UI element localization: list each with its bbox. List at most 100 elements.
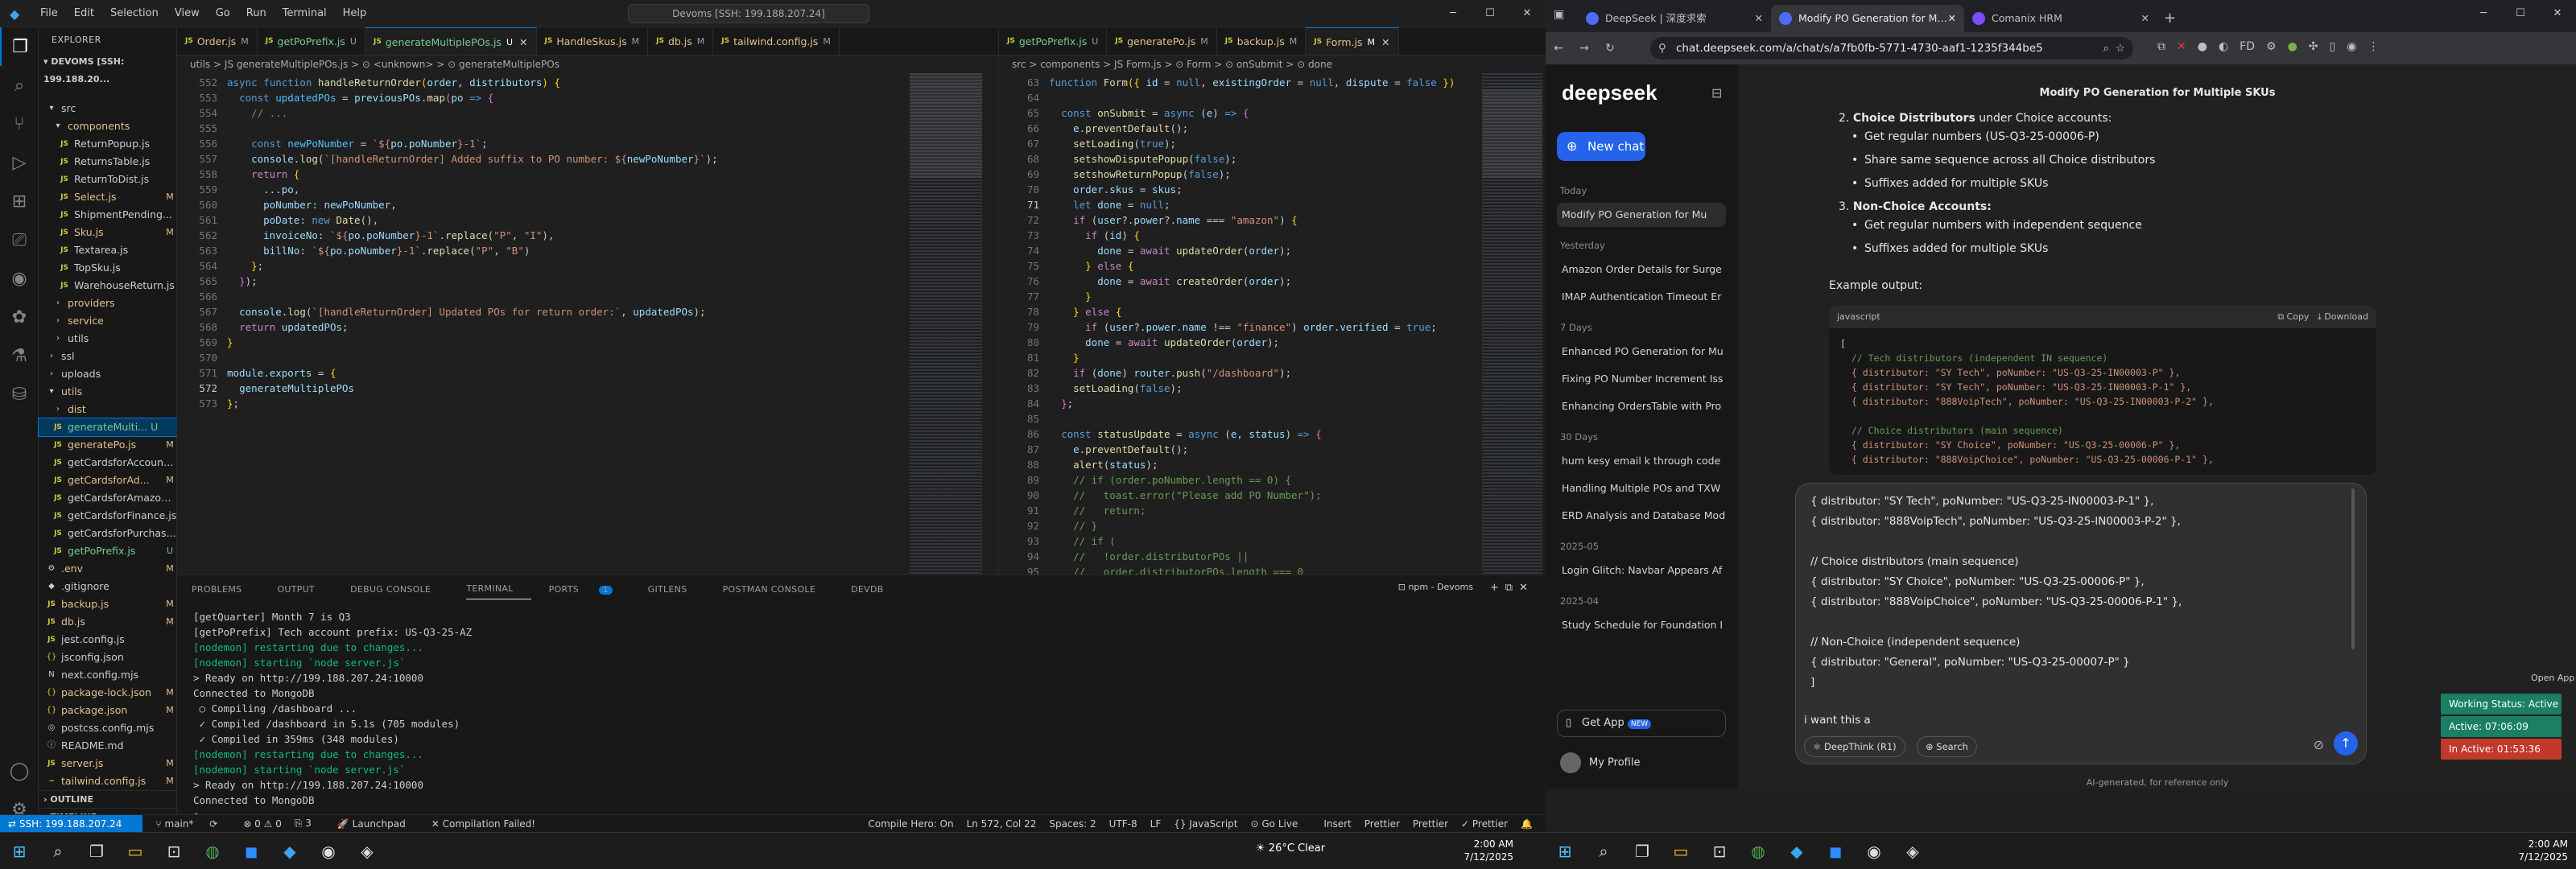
- site-info-icon[interactable]: ⚲: [1658, 37, 1666, 60]
- folder-item[interactable]: ▾ components: [39, 117, 177, 135]
- minimap-viewport[interactable]: [1482, 89, 1542, 178]
- puzzle-icon[interactable]: ✣: [2309, 40, 2318, 53]
- close-icon[interactable]: ✕: [2539, 0, 2576, 32]
- search-icon[interactable]: ⌕: [0, 66, 39, 105]
- editor-tab[interactable]: JS getPoPrefix.js U: [999, 27, 1108, 55]
- my-profile[interactable]: My Profile: [1560, 752, 1640, 773]
- zoom-icon[interactable]: ⌕: [2103, 37, 2109, 60]
- launchpad-button[interactable]: 🚀 Launchpad: [337, 818, 419, 830]
- file-item[interactable]: ⚙ .env M: [39, 560, 177, 578]
- database-icon[interactable]: ⛁: [0, 375, 39, 414]
- start-icon[interactable]: ⊞: [3, 835, 35, 867]
- minimize-icon[interactable]: ─: [1435, 0, 1472, 27]
- zoom-icon[interactable]: ◼: [1819, 835, 1852, 867]
- chat-history-item[interactable]: Enhanced PO Generation for Mu: [1557, 340, 1726, 364]
- chat-history-item[interactable]: ERD Analysis and Database Mod: [1557, 504, 1726, 528]
- extension-icon[interactable]: ●: [2288, 40, 2297, 53]
- copilot-icon[interactable]: ✿: [0, 298, 39, 336]
- extension-icon[interactable]: ⚙: [2266, 40, 2277, 53]
- file-item[interactable]: JS getCardsforAd... M: [39, 472, 177, 489]
- collapse-sidebar-icon[interactable]: ⊟: [1711, 85, 1722, 101]
- panel-tab-ports[interactable]: PORTS 1: [549, 584, 630, 595]
- prettier-1[interactable]: Prettier: [1364, 818, 1400, 830]
- file-item[interactable]: JS server.js M: [39, 755, 177, 772]
- clock[interactable]: 2:00 AM 7/12/2025: [2518, 838, 2568, 863]
- app-icon[interactable]: ◈: [1897, 835, 1929, 867]
- chat-history-item[interactable]: hum kesy email k through code: [1557, 449, 1726, 473]
- task-view-icon[interactable]: ❐: [1626, 835, 1658, 867]
- file-explorer-icon[interactable]: ▭: [119, 835, 151, 867]
- file-item[interactable]: JS jest.config.js: [39, 631, 177, 649]
- deepseek-logo[interactable]: deepseek: [1562, 80, 1657, 105]
- new-chat-button[interactable]: ⊕ New chat: [1557, 132, 1645, 161]
- file-item[interactable]: JS Sku.js M: [39, 224, 177, 241]
- file-item[interactable]: JS Textarea.js: [39, 241, 177, 259]
- file-item[interactable]: ◆ .gitignore: [39, 578, 177, 595]
- close-tab-icon[interactable]: ✕: [2141, 5, 2149, 32]
- folder-item[interactable]: › utils: [39, 330, 177, 348]
- folder-item[interactable]: ▾ src: [39, 100, 177, 117]
- editor-right[interactable]: JS getPoPrefix.js U JS generatePo.js M JS backu…: [998, 27, 1546, 575]
- file-item[interactable]: JS ShipmentPending...: [39, 206, 177, 224]
- eol[interactable]: LF: [1150, 818, 1162, 830]
- new-tab-icon[interactable]: +: [2164, 5, 2176, 32]
- source-control-icon[interactable]: ⑂: [0, 105, 39, 143]
- menu-file[interactable]: File: [32, 7, 66, 19]
- panel-tab-devdb[interactable]: DEVDB: [851, 584, 901, 595]
- close-tab-icon[interactable]: ✕: [1381, 28, 1389, 56]
- folder-item[interactable]: › providers: [39, 294, 177, 312]
- folder-item[interactable]: ▾ utils: [39, 383, 177, 401]
- git-branch[interactable]: ⑂ main* ⟳: [155, 818, 230, 830]
- editor-tab[interactable]: JS Order.js M: [177, 27, 258, 55]
- file-item[interactable]: JS ReturnsTable.js: [39, 153, 177, 171]
- zoom-icon[interactable]: ◼: [235, 835, 267, 867]
- maximize-icon[interactable]: ☐: [2502, 0, 2539, 32]
- close-tab-icon[interactable]: ✕: [1948, 5, 1956, 32]
- breadcrumb[interactable]: utils > JS generateMultiplePOs.js > ⊙ <u…: [177, 56, 998, 73]
- deepthink-button[interactable]: ⚛ DeepThink (R1): [1804, 736, 1905, 757]
- split-icon[interactable]: ⧉: [1505, 582, 1519, 594]
- prettier-2[interactable]: Prettier: [1413, 818, 1448, 830]
- copy-button[interactable]: ⧉ Copy: [2277, 311, 2309, 322]
- search-icon[interactable]: ⌕: [1587, 835, 1620, 867]
- add-terminal-icon[interactable]: +: [1490, 582, 1505, 594]
- app-icon[interactable]: ◉: [312, 835, 345, 867]
- go-live-button[interactable]: ⊙ Go Live: [1250, 818, 1311, 830]
- minimap-left[interactable]: [910, 73, 982, 575]
- code-area-right[interactable]: 63 function Form({ id = null, existingOrd…: [999, 73, 1546, 575]
- editor-tab[interactable]: JS generatePo.js M: [1107, 27, 1217, 55]
- command-center-search[interactable]: Devoms [SSH: 199.188.207.24]: [628, 4, 869, 23]
- file-item[interactable]: {} package-lock.json M: [39, 684, 177, 702]
- panel-tab-debug-console[interactable]: DEBUG CONSOLE: [350, 584, 448, 595]
- close-tab-icon[interactable]: ✕: [519, 28, 527, 56]
- run-debug-icon[interactable]: ▷: [0, 143, 39, 182]
- file-item[interactable]: JS generateMulti... U: [38, 418, 178, 437]
- profile-icon[interactable]: ◉: [2347, 40, 2356, 53]
- language-mode[interactable]: {} JavaScript: [1174, 818, 1237, 830]
- panel-tab-problems[interactable]: PROBLEMS: [192, 584, 259, 595]
- folder-item[interactable]: › dist: [39, 401, 177, 418]
- extension-icon[interactable]: ●: [2198, 40, 2207, 53]
- download-button[interactable]: ⤓ Download: [2318, 311, 2368, 322]
- close-tab-icon[interactable]: ✕: [1755, 5, 1763, 32]
- menu-run[interactable]: Run: [238, 7, 275, 19]
- file-item[interactable]: JS ReturnPopup.js: [39, 135, 177, 153]
- insert-mode[interactable]: Insert: [1323, 818, 1351, 830]
- file-item[interactable]: ⓘ README.md: [39, 737, 177, 755]
- forward-icon[interactable]: →: [1571, 42, 1597, 55]
- file-item[interactable]: {} package.json M: [39, 702, 177, 719]
- chrome-icon[interactable]: ◍: [196, 835, 229, 867]
- indentation[interactable]: Spaces: 2: [1049, 818, 1096, 830]
- terminal-output[interactable]: [getQuarter] Month 7 is Q3 [getPoPrefix] …: [193, 609, 472, 823]
- menu-help[interactable]: Help: [335, 7, 375, 19]
- panel-tab-postman-console[interactable]: POSTMAN CONSOLE: [723, 584, 834, 595]
- editor-tab[interactable]: JS HandleSkus.js M: [536, 27, 649, 55]
- clock[interactable]: 2:00 AM 7/12/2025: [1463, 838, 1513, 863]
- remote-explorer-icon[interactable]: ⎚: [0, 220, 39, 259]
- remote-indicator[interactable]: ⇄ SSH: 199.188.207.24: [0, 814, 143, 832]
- editor-tab[interactable]: JS db.js M: [648, 27, 714, 55]
- breadcrumb[interactable]: src > components > JS Form.js > ⊙ Form >…: [999, 56, 1546, 73]
- chat-history-item[interactable]: Study Schedule for Foundation I: [1557, 613, 1726, 637]
- file-item[interactable]: JS Select.js M: [39, 188, 177, 206]
- close-panel-icon[interactable]: ✕: [1519, 582, 1534, 594]
